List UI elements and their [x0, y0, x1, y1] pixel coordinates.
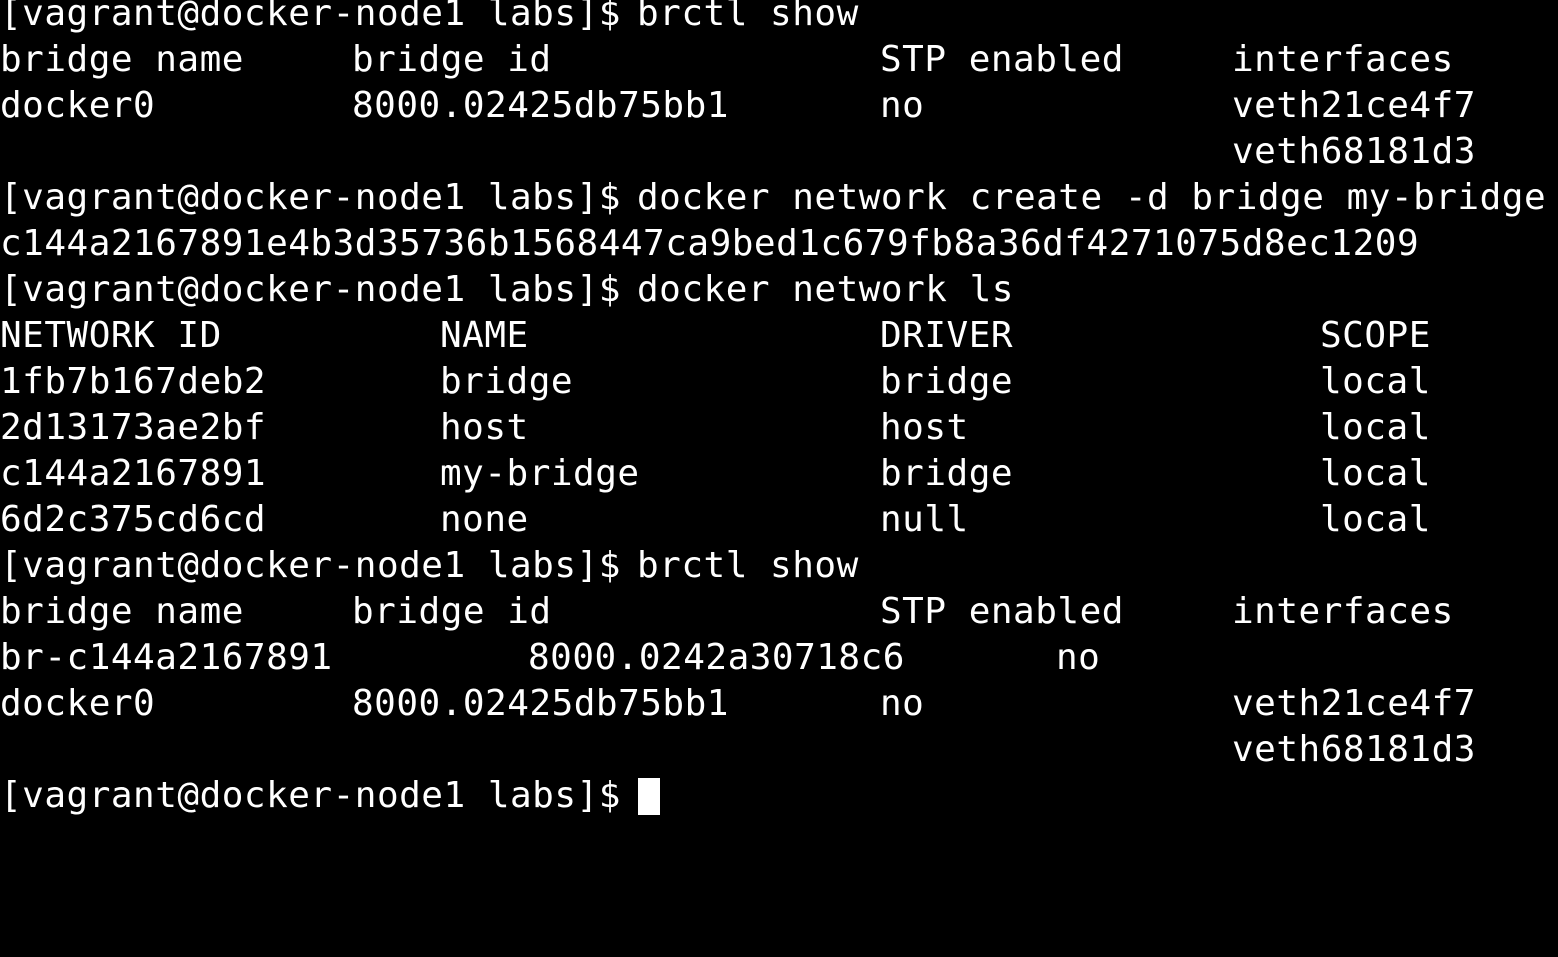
interface-cell: veth21ce4f7: [1232, 683, 1476, 724]
shell-prompt: [vagrant@docker-node1 labs]$: [0, 775, 621, 816]
shell-prompt: [vagrant@docker-node1 labs]$: [0, 177, 621, 218]
network-ls-header-row: NETWORK ID NAME DRIVER SCOPE: [0, 313, 1558, 359]
command-output: c144a2167891e4b3d35736b1568447ca9bed1c67…: [0, 221, 1558, 267]
bridge-name-cell: docker0: [0, 683, 156, 724]
bridge-id-cell: 8000.0242a30718c6: [528, 637, 905, 678]
brctl-row: docker0 8000.02425db75bb1 no veth21ce4f7: [0, 83, 1558, 129]
network-driver-cell: bridge: [880, 361, 1014, 402]
network-id-output: c144a2167891e4b3d35736b1568447ca9bed1c67…: [0, 223, 1420, 264]
command-line: [vagrant@docker-node1 labs]$ docker netw…: [0, 175, 1558, 221]
command-text: docker network ls: [637, 269, 1014, 310]
terminal-window[interactable]: [vagrant@docker-node1 labs]$ brctl show …: [0, 0, 1558, 876]
network-name-cell: none: [440, 499, 529, 540]
bridge-name-cell: br-c144a2167891: [0, 637, 333, 678]
text-cursor: [638, 778, 660, 815]
network-driver-cell: bridge: [880, 453, 1014, 494]
header-interfaces: interfaces: [1232, 591, 1454, 632]
network-id-cell: c144a2167891: [0, 453, 267, 494]
header-scope: SCOPE: [1320, 315, 1431, 356]
header-network-id: NETWORK ID: [0, 315, 222, 356]
shell-prompt: [vagrant@docker-node1 labs]$: [0, 545, 621, 586]
network-name-cell: host: [440, 407, 529, 448]
network-name-cell: bridge: [440, 361, 574, 402]
brctl-row: br-c144a2167891 8000.0242a30718c6 no: [0, 635, 1558, 681]
brctl-row: docker0 8000.02425db75bb1 no veth21ce4f7: [0, 681, 1558, 727]
network-driver-cell: null: [880, 499, 969, 540]
network-ls-row: c144a2167891 my-bridge bridge local: [0, 451, 1558, 497]
stp-cell: no: [880, 85, 925, 126]
command-line: [vagrant@docker-node1 labs]$ brctl show: [0, 543, 1558, 589]
interface-cell: veth68181d3: [1232, 131, 1476, 172]
shell-prompt: [vagrant@docker-node1 labs]$: [0, 269, 621, 310]
network-scope-cell: local: [1320, 453, 1431, 494]
network-id-cell: 1fb7b167deb2: [0, 361, 267, 402]
interface-cell: veth21ce4f7: [1232, 85, 1476, 126]
brctl-header-row: bridge name bridge id STP enabled interf…: [0, 37, 1558, 83]
network-ls-row: 1fb7b167deb2 bridge bridge local: [0, 359, 1558, 405]
network-scope-cell: local: [1320, 407, 1431, 448]
interface-cell: veth68181d3: [1232, 729, 1476, 770]
header-bridge-name: bridge name: [0, 591, 244, 632]
bridge-id-cell: 8000.02425db75bb1: [352, 85, 729, 126]
bridge-id-cell: 8000.02425db75bb1: [352, 683, 729, 724]
network-driver-cell: host: [880, 407, 969, 448]
command-text: docker network create -d bridge my-bridg…: [637, 177, 1547, 218]
network-ls-row: 6d2c375cd6cd none null local: [0, 497, 1558, 543]
header-stp-enabled: STP enabled: [880, 591, 1124, 632]
shell-prompt: [vagrant@docker-node1 labs]$: [0, 0, 621, 34]
network-ls-row: 2d13173ae2bf host host local: [0, 405, 1558, 451]
network-scope-cell: local: [1320, 361, 1431, 402]
command-text: brctl show: [637, 0, 859, 34]
command-line: [vagrant@docker-node1 labs]$ docker netw…: [0, 267, 1558, 313]
header-bridge-name: bridge name: [0, 39, 244, 80]
network-id-cell: 6d2c375cd6cd: [0, 499, 267, 540]
stp-cell: no: [880, 683, 925, 724]
bridge-name-cell: docker0: [0, 85, 156, 126]
header-stp-enabled: STP enabled: [880, 39, 1124, 80]
header-bridge-id: bridge id: [352, 39, 552, 80]
network-scope-cell: local: [1320, 499, 1431, 540]
command-line: [vagrant@docker-node1 labs]$ brctl show: [0, 0, 1558, 37]
network-name-cell: my-bridge: [440, 453, 640, 494]
brctl-row-continuation: veth68181d3: [0, 129, 1558, 175]
command-text: brctl show: [637, 545, 859, 586]
header-bridge-id: bridge id: [352, 591, 552, 632]
stp-cell: no: [1056, 637, 1101, 678]
active-prompt-line[interactable]: [vagrant@docker-node1 labs]$: [0, 773, 1558, 819]
header-name: NAME: [440, 315, 529, 356]
header-driver: DRIVER: [880, 315, 1014, 356]
network-id-cell: 2d13173ae2bf: [0, 407, 267, 448]
brctl-header-row: bridge name bridge id STP enabled interf…: [0, 589, 1558, 635]
brctl-row-continuation: veth68181d3: [0, 727, 1558, 773]
header-interfaces: interfaces: [1232, 39, 1454, 80]
